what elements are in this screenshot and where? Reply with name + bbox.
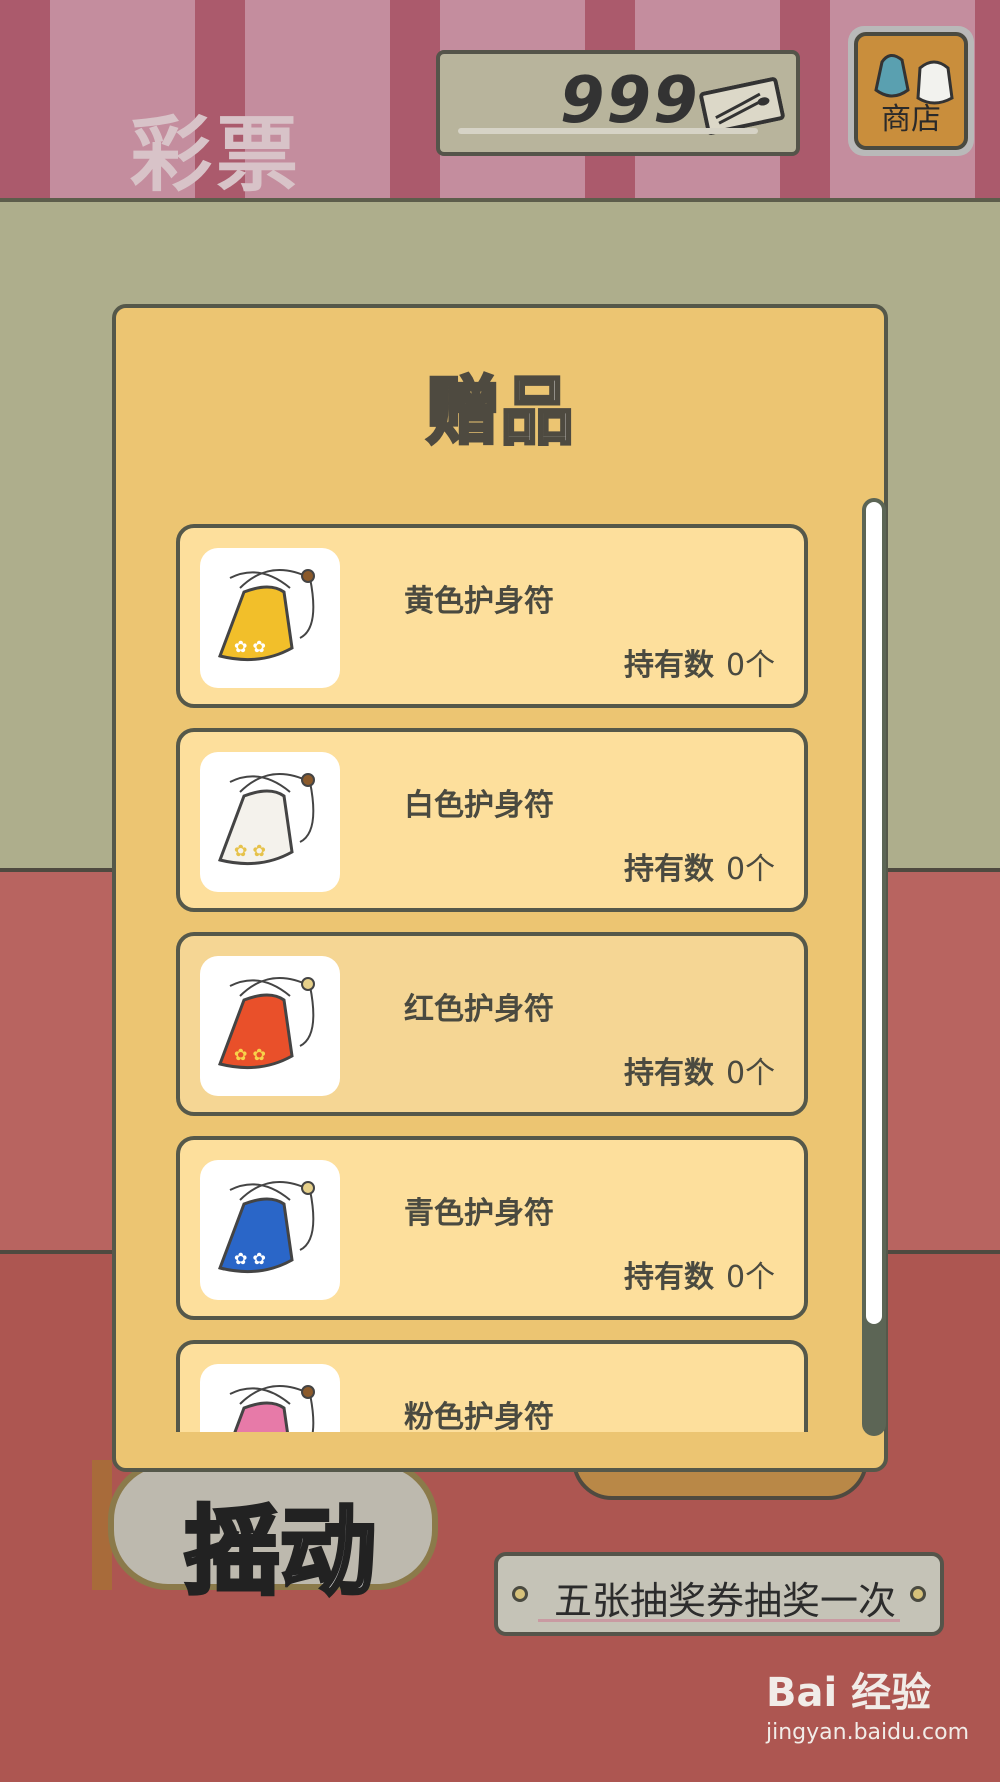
gift-name: 青色护身符 [404, 1196, 554, 1231]
gift-item-white[interactable]: ✿ ✿ 白色护身符 持有数 0个 [176, 728, 808, 912]
draw-rule-text: 五张抽奖券抽奖一次 [554, 1579, 897, 1623]
gift-list[interactable]: ✿ ✿ 黄色护身符 持有数 0个 ✿ ✿ 白色护身符 持有数 0个 ✿ ✿ 红色… [176, 524, 808, 1432]
watermark-url: jingyan.baidu.com [766, 1720, 970, 1745]
gift-item-cyan[interactable]: ✿ ✿ 青色护身符 持有数 0个 [176, 1136, 808, 1320]
held-count: 0个 [726, 1260, 776, 1295]
amulet-thumbnail: ✿ ✿ [200, 956, 340, 1096]
shake-button[interactable]: 摇动 [108, 1460, 438, 1610]
gift-popup: 赠品 ✿ ✿ 黄色护身符 持有数 0个 ✿ ✿ 白色护身符 持有数 0个 ✿ ✿… [112, 304, 888, 1472]
watermark-logo: Bai 经验 [766, 1670, 932, 1716]
held-count: 0个 [726, 852, 776, 887]
held-count-label: 持有数 [624, 1056, 714, 1091]
amulet-thumbnail: ✿ ✿ [200, 1160, 340, 1300]
draw-underline [538, 1619, 900, 1622]
blue-amulet-icon: ✿ ✿ [218, 1181, 315, 1274]
white-amulet-icon: ✿ ✿ [218, 773, 315, 866]
shake-label: 摇动 [182, 1494, 378, 1610]
amulet-thumbnail [200, 1364, 340, 1432]
svg-text:✿ ✿: ✿ ✿ [234, 637, 266, 656]
counter-underline [458, 128, 758, 134]
yellow-amulet-icon: ✿ ✿ [218, 569, 315, 662]
gift-item-yellow[interactable]: ✿ ✿ 黄色护身符 持有数 0个 [176, 524, 808, 708]
gift-item-red[interactable]: ✿ ✿ 红色护身符 持有数 0个 [176, 932, 808, 1116]
panel-rivet-left [512, 1586, 528, 1602]
svg-text:✿ ✿: ✿ ✿ [234, 841, 266, 860]
amulet-thumbnail: ✿ ✿ [200, 548, 340, 688]
amulet-thumbnail: ✿ ✿ [200, 752, 340, 892]
ticket-count: 999 [560, 64, 700, 138]
ticket-counter: 999 [436, 50, 800, 156]
draw-info-panel: 五张抽奖券抽奖一次 [494, 1552, 944, 1636]
held-count: 0个 [726, 1056, 776, 1091]
red-amulet-icon: ✿ ✿ [218, 977, 315, 1070]
page-title: 彩票 [130, 108, 303, 203]
shop-label: 商店 [881, 102, 941, 137]
panel-rivet-right [910, 1586, 926, 1602]
gift-name: 红色护身符 [404, 992, 554, 1027]
held-count-label: 持有数 [624, 852, 714, 887]
scrollbar-thumb[interactable] [866, 502, 882, 1324]
svg-text:✿ ✿: ✿ ✿ [234, 1249, 266, 1268]
held-count-label: 持有数 [624, 648, 714, 683]
gift-name: 粉色护身符 [404, 1400, 554, 1432]
ticket-icon [699, 77, 785, 135]
watermark: Bai 经验 jingyan.baidu.com [766, 1660, 969, 1745]
gift-item-pink[interactable]: 粉色护身符 [176, 1340, 808, 1432]
gift-name: 黄色护身符 [404, 584, 554, 619]
gift-name: 白色护身符 [404, 788, 554, 823]
held-count: 0个 [726, 648, 776, 683]
pink-amulet-icon [229, 1385, 315, 1432]
popup-title: 赠品 [425, 368, 576, 457]
shop-button[interactable]: 商店 [848, 26, 974, 156]
held-count-label: 持有数 [624, 1260, 714, 1295]
svg-text:✿ ✿: ✿ ✿ [234, 1045, 266, 1064]
